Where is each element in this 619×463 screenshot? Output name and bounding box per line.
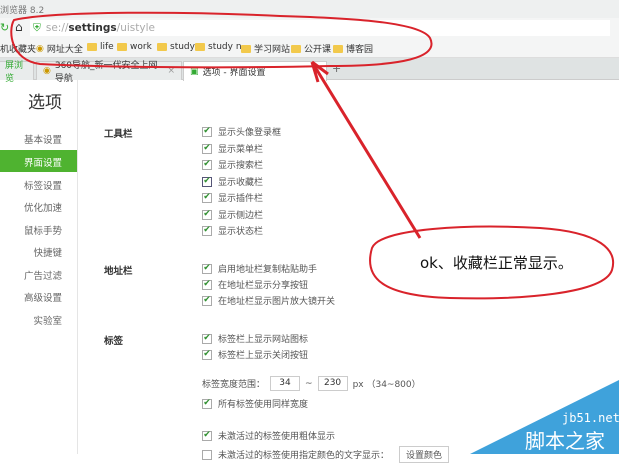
annotation-overlay [10,11,619,454]
annotation-ellipse-address [10,11,433,69]
watermark-site: jb51.net [562,411,619,425]
watermark-name: 脚本之家 [525,429,605,453]
annotation-text: ok、收藏栏正常显示。 [420,254,573,272]
annotation-arrow [310,60,422,239]
